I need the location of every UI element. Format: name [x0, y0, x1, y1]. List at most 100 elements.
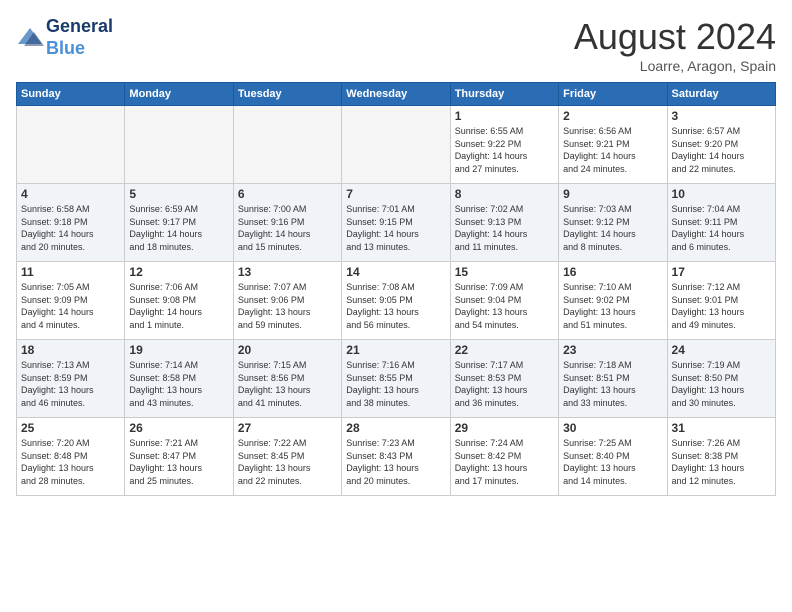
- day-info: Sunrise: 6:55 AMSunset: 9:22 PMDaylight:…: [455, 125, 554, 175]
- day-number: 24: [672, 343, 771, 357]
- day-info: Sunrise: 6:59 AMSunset: 9:17 PMDaylight:…: [129, 203, 228, 253]
- calendar-cell: 12 Sunrise: 7:06 AMSunset: 9:08 PMDayligh…: [125, 262, 233, 340]
- title-block: August 2024 Loarre, Aragon, Spain: [574, 16, 776, 74]
- day-number: 23: [563, 343, 662, 357]
- col-header-monday: Monday: [125, 83, 233, 106]
- day-number: 27: [238, 421, 337, 435]
- day-number: 25: [21, 421, 120, 435]
- calendar-cell: 13 Sunrise: 7:07 AMSunset: 9:06 PMDayligh…: [233, 262, 341, 340]
- day-number: 19: [129, 343, 228, 357]
- day-number: 20: [238, 343, 337, 357]
- col-header-thursday: Thursday: [450, 83, 558, 106]
- day-info: Sunrise: 7:07 AMSunset: 9:06 PMDaylight:…: [238, 281, 337, 331]
- page-header: General Blue August 2024 Loarre, Aragon,…: [16, 16, 776, 74]
- day-info: Sunrise: 7:01 AMSunset: 9:15 PMDaylight:…: [346, 203, 445, 253]
- day-info: Sunrise: 7:09 AMSunset: 9:04 PMDaylight:…: [455, 281, 554, 331]
- calendar-cell: 31Sunrise: 7:26 AMSunset: 8:38 PMDayligh…: [667, 418, 775, 496]
- day-info: Sunrise: 7:13 AMSunset: 8:59 PMDaylight:…: [21, 359, 120, 409]
- day-info: Sunrise: 7:12 AMSunset: 9:01 PMDaylight:…: [672, 281, 771, 331]
- day-info: Sunrise: 7:23 AMSunset: 8:43 PMDaylight:…: [346, 437, 445, 487]
- day-number: 16: [563, 265, 662, 279]
- day-info: Sunrise: 7:15 AMSunset: 8:56 PMDaylight:…: [238, 359, 337, 409]
- day-number: 17: [672, 265, 771, 279]
- calendar-cell: 24Sunrise: 7:19 AMSunset: 8:50 PMDayligh…: [667, 340, 775, 418]
- day-info: Sunrise: 7:03 AMSunset: 9:12 PMDaylight:…: [563, 203, 662, 253]
- calendar-cell: 19 Sunrise: 7:14 AMSunset: 8:58 PMDayligh…: [125, 340, 233, 418]
- location-subtitle: Loarre, Aragon, Spain: [574, 58, 776, 74]
- day-info: Sunrise: 7:14 AMSunset: 8:58 PMDaylight:…: [129, 359, 228, 409]
- logo: General Blue: [16, 16, 113, 59]
- calendar-cell: 11 Sunrise: 7:05 AMSunset: 9:09 PMDayligh…: [17, 262, 125, 340]
- day-number: 4: [21, 187, 120, 201]
- calendar-cell: 4Sunrise: 6:58 AMSunset: 9:18 PMDaylight…: [17, 184, 125, 262]
- month-title: August 2024: [574, 16, 776, 58]
- calendar-cell: [125, 106, 233, 184]
- calendar-cell: 10Sunrise: 7:04 AMSunset: 9:11 PMDayligh…: [667, 184, 775, 262]
- day-info: Sunrise: 6:57 AMSunset: 9:20 PMDaylight:…: [672, 125, 771, 175]
- day-number: 7: [346, 187, 445, 201]
- day-number: 8: [455, 187, 554, 201]
- calendar-cell: 3 Sunrise: 6:57 AMSunset: 9:20 PMDaylight…: [667, 106, 775, 184]
- day-number: 29: [455, 421, 554, 435]
- calendar-cell: 27 Sunrise: 7:22 AMSunset: 8:45 PMDayligh…: [233, 418, 341, 496]
- day-number: 22: [455, 343, 554, 357]
- calendar-cell: 26Sunrise: 7:21 AMSunset: 8:47 PMDayligh…: [125, 418, 233, 496]
- calendar-cell: 14Sunrise: 7:08 AMSunset: 9:05 PMDayligh…: [342, 262, 450, 340]
- day-number: 18: [21, 343, 120, 357]
- logo-icon: [16, 24, 44, 52]
- calendar-cell: 18 Sunrise: 7:13 AMSunset: 8:59 PMDayligh…: [17, 340, 125, 418]
- col-header-wednesday: Wednesday: [342, 83, 450, 106]
- day-info: Sunrise: 7:22 AMSunset: 8:45 PMDaylight:…: [238, 437, 337, 487]
- calendar-cell: 9 Sunrise: 7:03 AMSunset: 9:12 PMDaylight…: [559, 184, 667, 262]
- calendar-cell: 30Sunrise: 7:25 AMSunset: 8:40 PMDayligh…: [559, 418, 667, 496]
- day-info: Sunrise: 7:02 AMSunset: 9:13 PMDaylight:…: [455, 203, 554, 253]
- calendar-cell: 2 Sunrise: 6:56 AMSunset: 9:21 PMDaylight…: [559, 106, 667, 184]
- day-number: 21: [346, 343, 445, 357]
- calendar-cell: 5Sunrise: 6:59 AMSunset: 9:17 PMDaylight…: [125, 184, 233, 262]
- day-number: 30: [563, 421, 662, 435]
- day-number: 26: [129, 421, 228, 435]
- day-info: Sunrise: 7:10 AMSunset: 9:02 PMDaylight:…: [563, 281, 662, 331]
- calendar-week-row: 18 Sunrise: 7:13 AMSunset: 8:59 PMDayligh…: [17, 340, 776, 418]
- col-header-saturday: Saturday: [667, 83, 775, 106]
- day-number: 9: [563, 187, 662, 201]
- col-header-friday: Friday: [559, 83, 667, 106]
- day-number: 3: [672, 109, 771, 123]
- calendar-week-row: 11 Sunrise: 7:05 AMSunset: 9:09 PMDayligh…: [17, 262, 776, 340]
- calendar-table: SundayMondayTuesdayWednesdayThursdayFrid…: [16, 82, 776, 496]
- calendar-week-row: 1 Sunrise: 6:55 AMSunset: 9:22 PMDaylight…: [17, 106, 776, 184]
- day-info: Sunrise: 7:16 AMSunset: 8:55 PMDaylight:…: [346, 359, 445, 409]
- day-info: Sunrise: 7:00 AMSunset: 9:16 PMDaylight:…: [238, 203, 337, 253]
- calendar-cell: 29 Sunrise: 7:24 AMSunset: 8:42 PMDayligh…: [450, 418, 558, 496]
- calendar-cell: 23Sunrise: 7:18 AMSunset: 8:51 PMDayligh…: [559, 340, 667, 418]
- day-info: Sunrise: 7:05 AMSunset: 9:09 PMDaylight:…: [21, 281, 120, 331]
- calendar-cell: 25 Sunrise: 7:20 AMSunset: 8:48 PMDayligh…: [17, 418, 125, 496]
- calendar-cell: [17, 106, 125, 184]
- day-number: 28: [346, 421, 445, 435]
- calendar-cell: [342, 106, 450, 184]
- calendar-cell: 15Sunrise: 7:09 AMSunset: 9:04 PMDayligh…: [450, 262, 558, 340]
- calendar-cell: 1 Sunrise: 6:55 AMSunset: 9:22 PMDaylight…: [450, 106, 558, 184]
- col-header-tuesday: Tuesday: [233, 83, 341, 106]
- day-number: 12: [129, 265, 228, 279]
- day-info: Sunrise: 6:56 AMSunset: 9:21 PMDaylight:…: [563, 125, 662, 175]
- day-info: Sunrise: 7:20 AMSunset: 8:48 PMDaylight:…: [21, 437, 120, 487]
- day-number: 31: [672, 421, 771, 435]
- day-info: Sunrise: 7:06 AMSunset: 9:08 PMDaylight:…: [129, 281, 228, 331]
- calendar-cell: [233, 106, 341, 184]
- day-number: 10: [672, 187, 771, 201]
- day-info: Sunrise: 7:24 AMSunset: 8:42 PMDaylight:…: [455, 437, 554, 487]
- day-number: 6: [238, 187, 337, 201]
- day-info: Sunrise: 7:17 AMSunset: 8:53 PMDaylight:…: [455, 359, 554, 409]
- day-number: 13: [238, 265, 337, 279]
- calendar-cell: 28 Sunrise: 7:23 AMSunset: 8:43 PMDayligh…: [342, 418, 450, 496]
- day-number: 2: [563, 109, 662, 123]
- calendar-cell: 7 Sunrise: 7:01 AMSunset: 9:15 PMDaylight…: [342, 184, 450, 262]
- calendar-cell: 21 Sunrise: 7:16 AMSunset: 8:55 PMDayligh…: [342, 340, 450, 418]
- day-number: 11: [21, 265, 120, 279]
- calendar-cell: 6 Sunrise: 7:00 AMSunset: 9:16 PMDaylight…: [233, 184, 341, 262]
- day-number: 1: [455, 109, 554, 123]
- calendar-week-row: 4Sunrise: 6:58 AMSunset: 9:18 PMDaylight…: [17, 184, 776, 262]
- day-info: Sunrise: 7:08 AMSunset: 9:05 PMDaylight:…: [346, 281, 445, 331]
- calendar-cell: 22 Sunrise: 7:17 AMSunset: 8:53 PMDayligh…: [450, 340, 558, 418]
